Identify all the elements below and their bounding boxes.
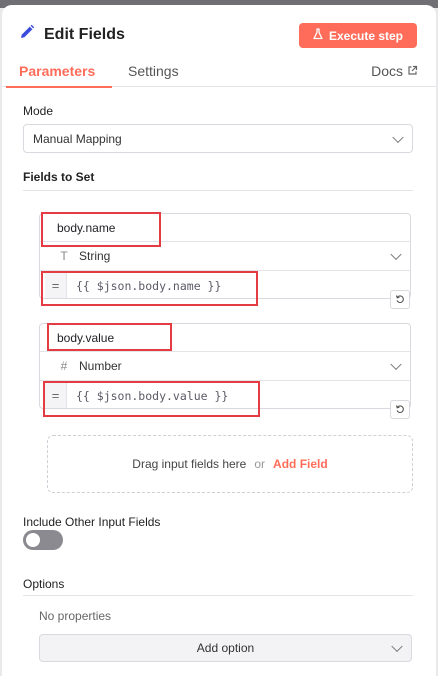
highlight-box — [43, 381, 260, 417]
execute-step-button[interactable]: Execute step — [299, 23, 417, 48]
assignment-type-select[interactable]: # Number — [40, 352, 410, 381]
reset-icon — [395, 291, 405, 309]
app-frame: Edit Fields Execute step Parameters Sett… — [0, 0, 438, 676]
section-divider — [23, 595, 413, 596]
tab-bar: Parameters Settings Docs — [2, 61, 436, 88]
assignment-type-text: String — [79, 249, 111, 263]
docs-label: Docs — [371, 63, 403, 79]
add-option-label: Add option — [196, 641, 255, 655]
mode-select[interactable]: Manual Mapping — [23, 124, 413, 153]
mode-select-value: Manual Mapping — [33, 131, 122, 146]
or-text: or — [254, 457, 266, 471]
parameters-body: Mode Manual Mapping Fields to Set body.n… — [2, 87, 436, 676]
no-properties-text: No properties — [39, 609, 112, 623]
fields-to-set-label: Fields to Set — [23, 170, 95, 184]
drag-hint-text: Drag input fields here — [132, 457, 247, 471]
string-type-icon: T — [60, 249, 68, 263]
reset-value-button[interactable] — [390, 290, 410, 309]
external-link-icon — [407, 63, 418, 79]
chevron-down-icon — [392, 131, 404, 143]
panel-title-text: Edit Fields — [44, 25, 125, 43]
reset-icon — [395, 401, 405, 419]
flask-icon — [313, 28, 323, 43]
highlight-box — [47, 323, 172, 351]
tab-parameters[interactable]: Parameters — [19, 63, 95, 79]
options-label: Options — [23, 577, 65, 591]
pencil-icon — [18, 23, 36, 46]
mode-label: Mode — [23, 104, 54, 118]
reset-value-button[interactable] — [390, 400, 410, 419]
highlight-box — [41, 271, 258, 306]
docs-link[interactable]: Docs — [371, 63, 418, 79]
execute-step-label: Execute step — [328, 28, 404, 43]
chevron-down-icon — [391, 640, 403, 653]
assignment-type-text: Number — [79, 359, 122, 373]
include-other-toggle[interactable] — [23, 530, 63, 550]
add-field-button[interactable]: Add Field — [273, 457, 328, 471]
node-panel: Edit Fields Execute step Parameters Sett… — [2, 5, 436, 676]
panel-header: Edit Fields Execute step Parameters Sett… — [2, 5, 436, 88]
add-option-button[interactable]: Add option — [39, 634, 412, 662]
number-type-icon: # — [60, 359, 68, 373]
drag-drop-zone[interactable]: Drag input fields here or Add Field — [47, 435, 413, 493]
chevron-down-icon — [390, 358, 402, 371]
tab-settings[interactable]: Settings — [128, 63, 179, 79]
highlight-box — [41, 212, 161, 247]
panel-title: Edit Fields — [18, 23, 125, 46]
section-divider — [23, 190, 413, 191]
toggle-knob — [26, 533, 40, 547]
include-other-label: Include Other Input Fields — [23, 515, 161, 529]
chevron-down-icon — [390, 248, 402, 261]
